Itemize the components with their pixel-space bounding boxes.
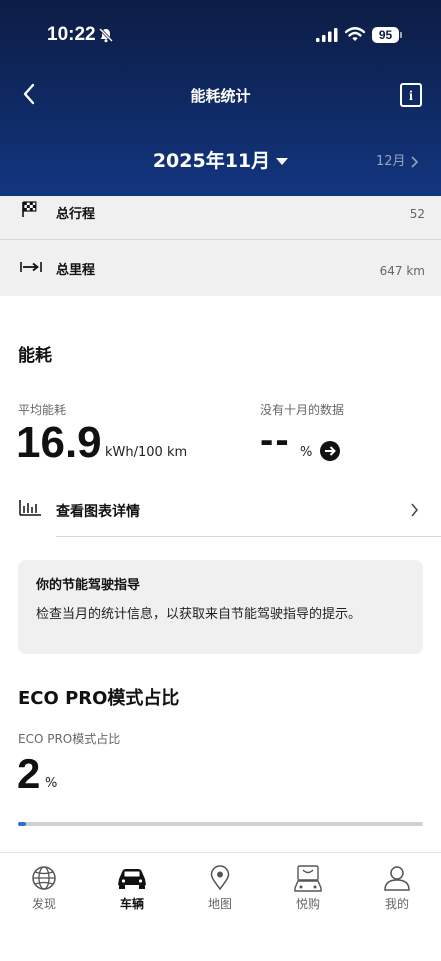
profile-icon: [384, 866, 410, 891]
map-pin-icon: [210, 865, 230, 891]
eco-guide-card: 你的节能驾驶指导 检查当月的统计信息，以获取来自节能驾驶指导的提示。: [18, 560, 423, 654]
tab-discover[interactable]: 发现: [14, 865, 74, 912]
view-chart-details-label: 查看图表详情: [56, 504, 140, 520]
comparison-value: --: [260, 418, 291, 462]
header: 10:22 95 能耗统计 i 2025年11月 12月: [0, 0, 441, 196]
arrow-right-icon: [325, 446, 336, 456]
tab-label: 车辆: [119, 897, 144, 911]
bottom-tab-bar: 发现 车辆 地图 悦购 我的: [0, 852, 441, 961]
next-month-label: 12月: [376, 154, 406, 169]
eco-pro-unit: %: [45, 776, 58, 791]
next-month-button[interactable]: 12月: [376, 150, 418, 169]
caret-down-icon: [276, 158, 289, 165]
view-chart-details-row[interactable]: 查看图表详情: [0, 490, 441, 537]
month-label: 2025年11月: [152, 150, 271, 172]
comparison-label: 没有十月的数据: [260, 403, 345, 417]
status-time: 10:22: [47, 24, 96, 45]
car-icon: [118, 869, 146, 889]
battery-tip: [400, 32, 402, 38]
tab-vehicle[interactable]: 车辆: [102, 865, 162, 912]
total-trips-row: 总行程 52: [0, 196, 441, 238]
eco-pro-label: ECO PRO模式占比: [18, 732, 121, 746]
shop-icon: [294, 865, 322, 892]
divider: [56, 536, 441, 537]
bell-muted-icon: [98, 27, 114, 43]
trips-label: 总行程: [56, 207, 96, 222]
avg-consumption-value: 16.9: [16, 418, 102, 467]
total-mileage-row: 总里程 647 km: [0, 246, 441, 288]
eco-section-title: ECO PRO模式占比: [18, 688, 180, 709]
eco-pro-progress-bar: [18, 822, 423, 826]
bar-chart-icon: [19, 500, 41, 516]
month-selector[interactable]: 2025年11月: [0, 146, 441, 173]
summary-panel: 总行程 52 总里程 647 km: [0, 196, 441, 296]
battery-indicator: 95: [372, 27, 399, 43]
tab-label: 地图: [207, 897, 232, 911]
eco-pro-value: 2: [17, 750, 41, 797]
chevron-right-icon: [410, 155, 418, 168]
divider: [0, 239, 441, 240]
energy-section-title: 能耗: [18, 346, 52, 366]
info-button[interactable]: i: [400, 83, 422, 107]
tab-shop[interactable]: 悦购: [278, 865, 338, 912]
avg-consumption-label: 平均能耗: [18, 403, 67, 417]
distance-icon: [20, 262, 42, 272]
mileage-label: 总里程: [56, 263, 96, 278]
tab-profile[interactable]: 我的: [367, 865, 427, 912]
guide-text: 检查当月的统计信息，以获取来自节能驾驶指导的提示。: [36, 607, 362, 622]
globe-icon: [32, 866, 56, 890]
comparison-unit: %: [300, 445, 313, 460]
chevron-right-icon: [411, 503, 418, 517]
tab-label: 我的: [384, 897, 409, 911]
checkered-flag-icon: [22, 201, 37, 217]
avg-consumption-unit: kWh/100 km: [105, 445, 188, 460]
tab-label: 悦购: [295, 897, 320, 911]
trips-value: 52: [409, 207, 425, 221]
tab-map[interactable]: 地图: [190, 865, 250, 912]
eco-pro-progress-fill: [18, 822, 27, 826]
info-icon: i: [409, 89, 413, 104]
mileage-value: 647 km: [379, 264, 425, 278]
signal-icon: [316, 28, 338, 42]
wifi-icon: [345, 27, 365, 41]
page-title: 能耗统计: [190, 87, 251, 105]
guide-title: 你的节能驾驶指导: [36, 578, 141, 593]
tab-label: 发现: [31, 897, 56, 911]
comparison-info-button[interactable]: [320, 441, 340, 461]
